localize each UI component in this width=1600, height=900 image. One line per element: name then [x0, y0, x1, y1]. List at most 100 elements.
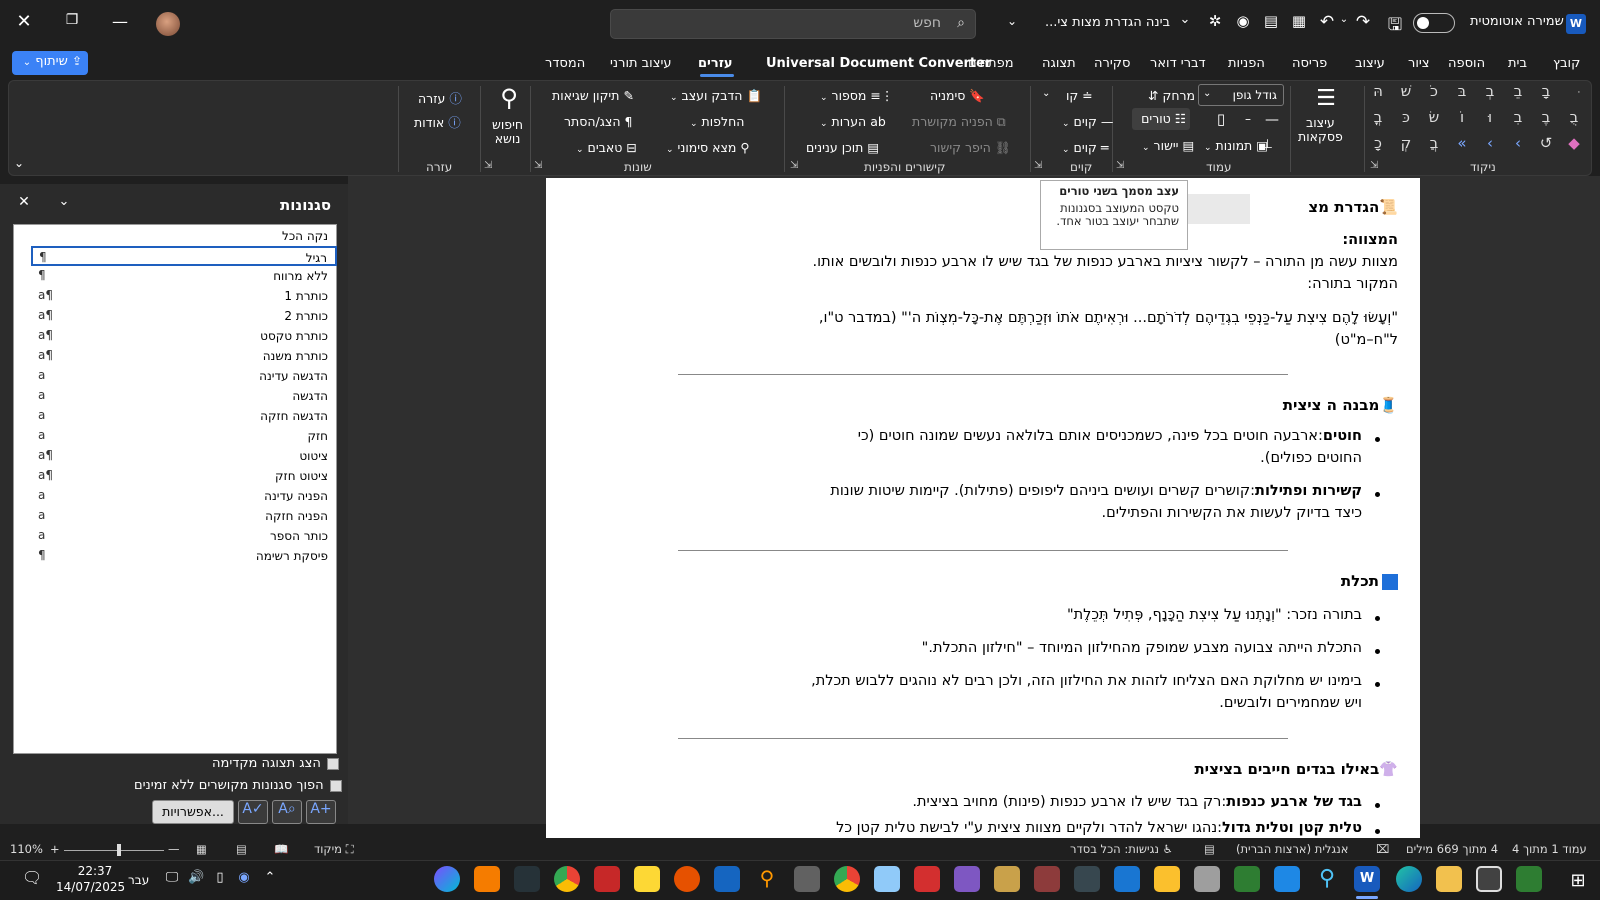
style-item[interactable]: הפניה חזקה a: [14, 506, 336, 526]
chevron-left-icon[interactable]: ‹: [1508, 134, 1528, 152]
nikud-glyph-2-icon[interactable]: בָ: [1536, 82, 1556, 100]
tab-view[interactable]: תצוגה: [1042, 56, 1076, 71]
chevron-left-2-icon[interactable]: ‹: [1480, 134, 1500, 152]
nikud-glyph-3-icon[interactable]: בֵ: [1508, 82, 1528, 100]
close-icon[interactable]: ✕: [12, 11, 36, 32]
zoom-slider-thumb[interactable]: [117, 844, 121, 856]
word-app-icon[interactable]: W: [1566, 14, 1586, 34]
style-item[interactable]: כותרת משנה ¶a: [14, 346, 336, 366]
eraser-icon[interactable]: ◆: [1564, 134, 1584, 152]
paste-format-button[interactable]: 📋 הדבק ועצב ⌄: [670, 88, 762, 104]
line-minus-icon[interactable]: —: [1262, 112, 1282, 128]
font-size-dropdown[interactable]: גודל גופן ⌄: [1198, 84, 1284, 106]
images-button[interactable]: ▣ תמונות ⌄: [1204, 138, 1268, 153]
save-icon[interactable]: 🖫: [1384, 12, 1406, 41]
tab-home[interactable]: בית: [1508, 56, 1527, 71]
tab-insert[interactable]: הוספה: [1448, 56, 1485, 71]
redo-icon[interactable]: ↷: [1352, 12, 1374, 32]
app-icon-search[interactable]: ⚲: [1314, 866, 1340, 892]
minimize-icon[interactable]: —: [108, 12, 132, 31]
tab-references[interactable]: הפניות: [1228, 56, 1265, 71]
app-icon-store[interactable]: [1274, 866, 1300, 892]
zoom-out-icon[interactable]: —: [168, 842, 180, 856]
customize-quick-access-icon[interactable]: ⌄: [1176, 12, 1194, 27]
start-icon[interactable]: ⊞: [1568, 870, 1588, 891]
column-launcher-icon[interactable]: ⇲: [1116, 160, 1124, 171]
undo-icon[interactable]: ↶: [1316, 12, 1338, 32]
app-icon-chrome-2[interactable]: [834, 866, 860, 892]
app-icon-explorer[interactable]: [1436, 866, 1462, 892]
app-icon-magnifier[interactable]: ⚲: [754, 866, 780, 892]
volume-icon[interactable]: 🔊: [188, 870, 204, 885]
document-title[interactable]: בינה הגדרת מצות צי...: [1030, 15, 1170, 30]
autosave-toggle[interactable]: [1413, 13, 1455, 33]
options-button[interactable]: אפשרויות...: [152, 800, 234, 824]
app-icon-folder[interactable]: [634, 866, 660, 892]
app-icon-translate[interactable]: [514, 866, 540, 892]
notes-button[interactable]: ab הערות ⌄: [820, 114, 886, 129]
nikud-glyph-19-icon[interactable]: כָ: [1368, 134, 1388, 152]
nikud-glyph-7-icon[interactable]: שׁ: [1396, 82, 1416, 100]
tray-chevron-icon[interactable]: ⌃: [262, 870, 278, 885]
nikud-glyph-5-icon[interactable]: בּ: [1452, 82, 1472, 100]
bookmark-button[interactable]: 🔖 סימניה: [930, 88, 985, 104]
nikud-glyph-17-icon[interactable]: בֲ: [1424, 134, 1444, 152]
hyperlink-button[interactable]: ⛓ היפר קישור: [930, 140, 1011, 156]
app-icon-pdf[interactable]: [1154, 866, 1180, 892]
style-item[interactable]: כותרת 2 ¶a: [14, 306, 336, 326]
about-button[interactable]: ⓘ אודות: [414, 112, 461, 131]
app-icon-tool[interactable]: [1114, 866, 1140, 892]
status-language[interactable]: אנגלית (ארצות הברית): [1236, 842, 1348, 856]
app-icon-acrobat[interactable]: [914, 866, 940, 892]
tab-udc[interactable]: Universal Document Converter: [766, 56, 991, 71]
pane-close-icon[interactable]: ✕: [16, 194, 32, 210]
tab-hamesader[interactable]: המסדר: [545, 56, 585, 71]
nikud-glyph-16-icon[interactable]: בֳ: [1368, 108, 1388, 126]
nikud-glyph-14-icon[interactable]: שׂ: [1424, 108, 1444, 126]
app-icon-notes[interactable]: [1476, 866, 1502, 892]
tab-design[interactable]: עיצוב: [1355, 56, 1385, 71]
clock-date[interactable]: 14/07/2025: [56, 880, 125, 894]
style-item[interactable]: הפניה עדינה a: [14, 486, 336, 506]
undo-dropdown-icon[interactable]: ⌄: [1339, 14, 1349, 25]
nikud-glyph-18-icon[interactable]: קְ: [1396, 134, 1416, 152]
tab-mailings[interactable]: דברי דואר: [1150, 56, 1206, 71]
toc-button[interactable]: ▤ תוכן ענינים: [806, 140, 879, 155]
columns-button[interactable]: ☷ טורים: [1132, 108, 1190, 130]
nikud-glyph-15-icon[interactable]: כּ: [1396, 108, 1416, 126]
app-icon-media[interactable]: [594, 866, 620, 892]
show-preview-checkbox[interactable]: הצג תצוגה מקדימה: [212, 756, 339, 771]
macro-icon[interactable]: ▤: [1204, 842, 1215, 856]
help-button[interactable]: ⓘ עזרה: [418, 88, 462, 107]
style-item[interactable]: פיסקת רשימה ¶: [14, 546, 336, 566]
collapse-ribbon-icon[interactable]: ⌄: [14, 156, 24, 170]
table-icon[interactable]: ▤: [1260, 12, 1282, 30]
zoom-level[interactable]: 110%: [10, 842, 43, 856]
search-launcher-icon[interactable]: ⇲: [484, 160, 492, 171]
app-icon-word[interactable]: W: [1354, 866, 1380, 892]
app-icon-edge[interactable]: [1396, 866, 1422, 892]
manage-styles-button[interactable]: A+: [306, 800, 336, 824]
tab-helpers[interactable]: עזרים: [698, 56, 733, 71]
document-page[interactable]: 📜הגדרת מצ המצווה: מצוות עשה מן התורה – ל…: [546, 178, 1420, 838]
line-button[interactable]: ≐ קו: [1066, 88, 1093, 103]
nikud-glyph-4-icon[interactable]: בְ: [1480, 82, 1500, 100]
usb-icon[interactable]: ▯: [212, 870, 228, 885]
style-item[interactable]: כותרת טקסט ¶a: [14, 326, 336, 346]
new-style-button[interactable]: A✓: [238, 800, 268, 824]
style-item[interactable]: ללא מרווח ¶: [14, 266, 336, 286]
record-icon[interactable]: ◉: [1232, 12, 1254, 30]
style-item[interactable]: כותר הספר a: [14, 526, 336, 546]
form-icon[interactable]: ▦: [1288, 12, 1310, 30]
app-icon-purple[interactable]: [954, 866, 980, 892]
lines-launcher-icon[interactable]: ⇲: [1034, 160, 1042, 171]
app-icon-firefox[interactable]: [674, 866, 700, 892]
paragraph-styles-button[interactable]: עיצוב פסקאות: [1298, 116, 1343, 144]
style-item[interactable]: רגיל ¶: [31, 246, 337, 266]
restore-icon[interactable]: ❐: [60, 12, 84, 28]
bug-icon[interactable]: ✲: [1204, 12, 1226, 30]
app-icon-shield[interactable]: [474, 866, 500, 892]
tabs-button[interactable]: ⊟ טאבים ⌄: [576, 140, 637, 155]
line-dropdown-icon[interactable]: ⌄: [1042, 88, 1050, 99]
short-line-icon[interactable]: –: [1240, 112, 1256, 126]
